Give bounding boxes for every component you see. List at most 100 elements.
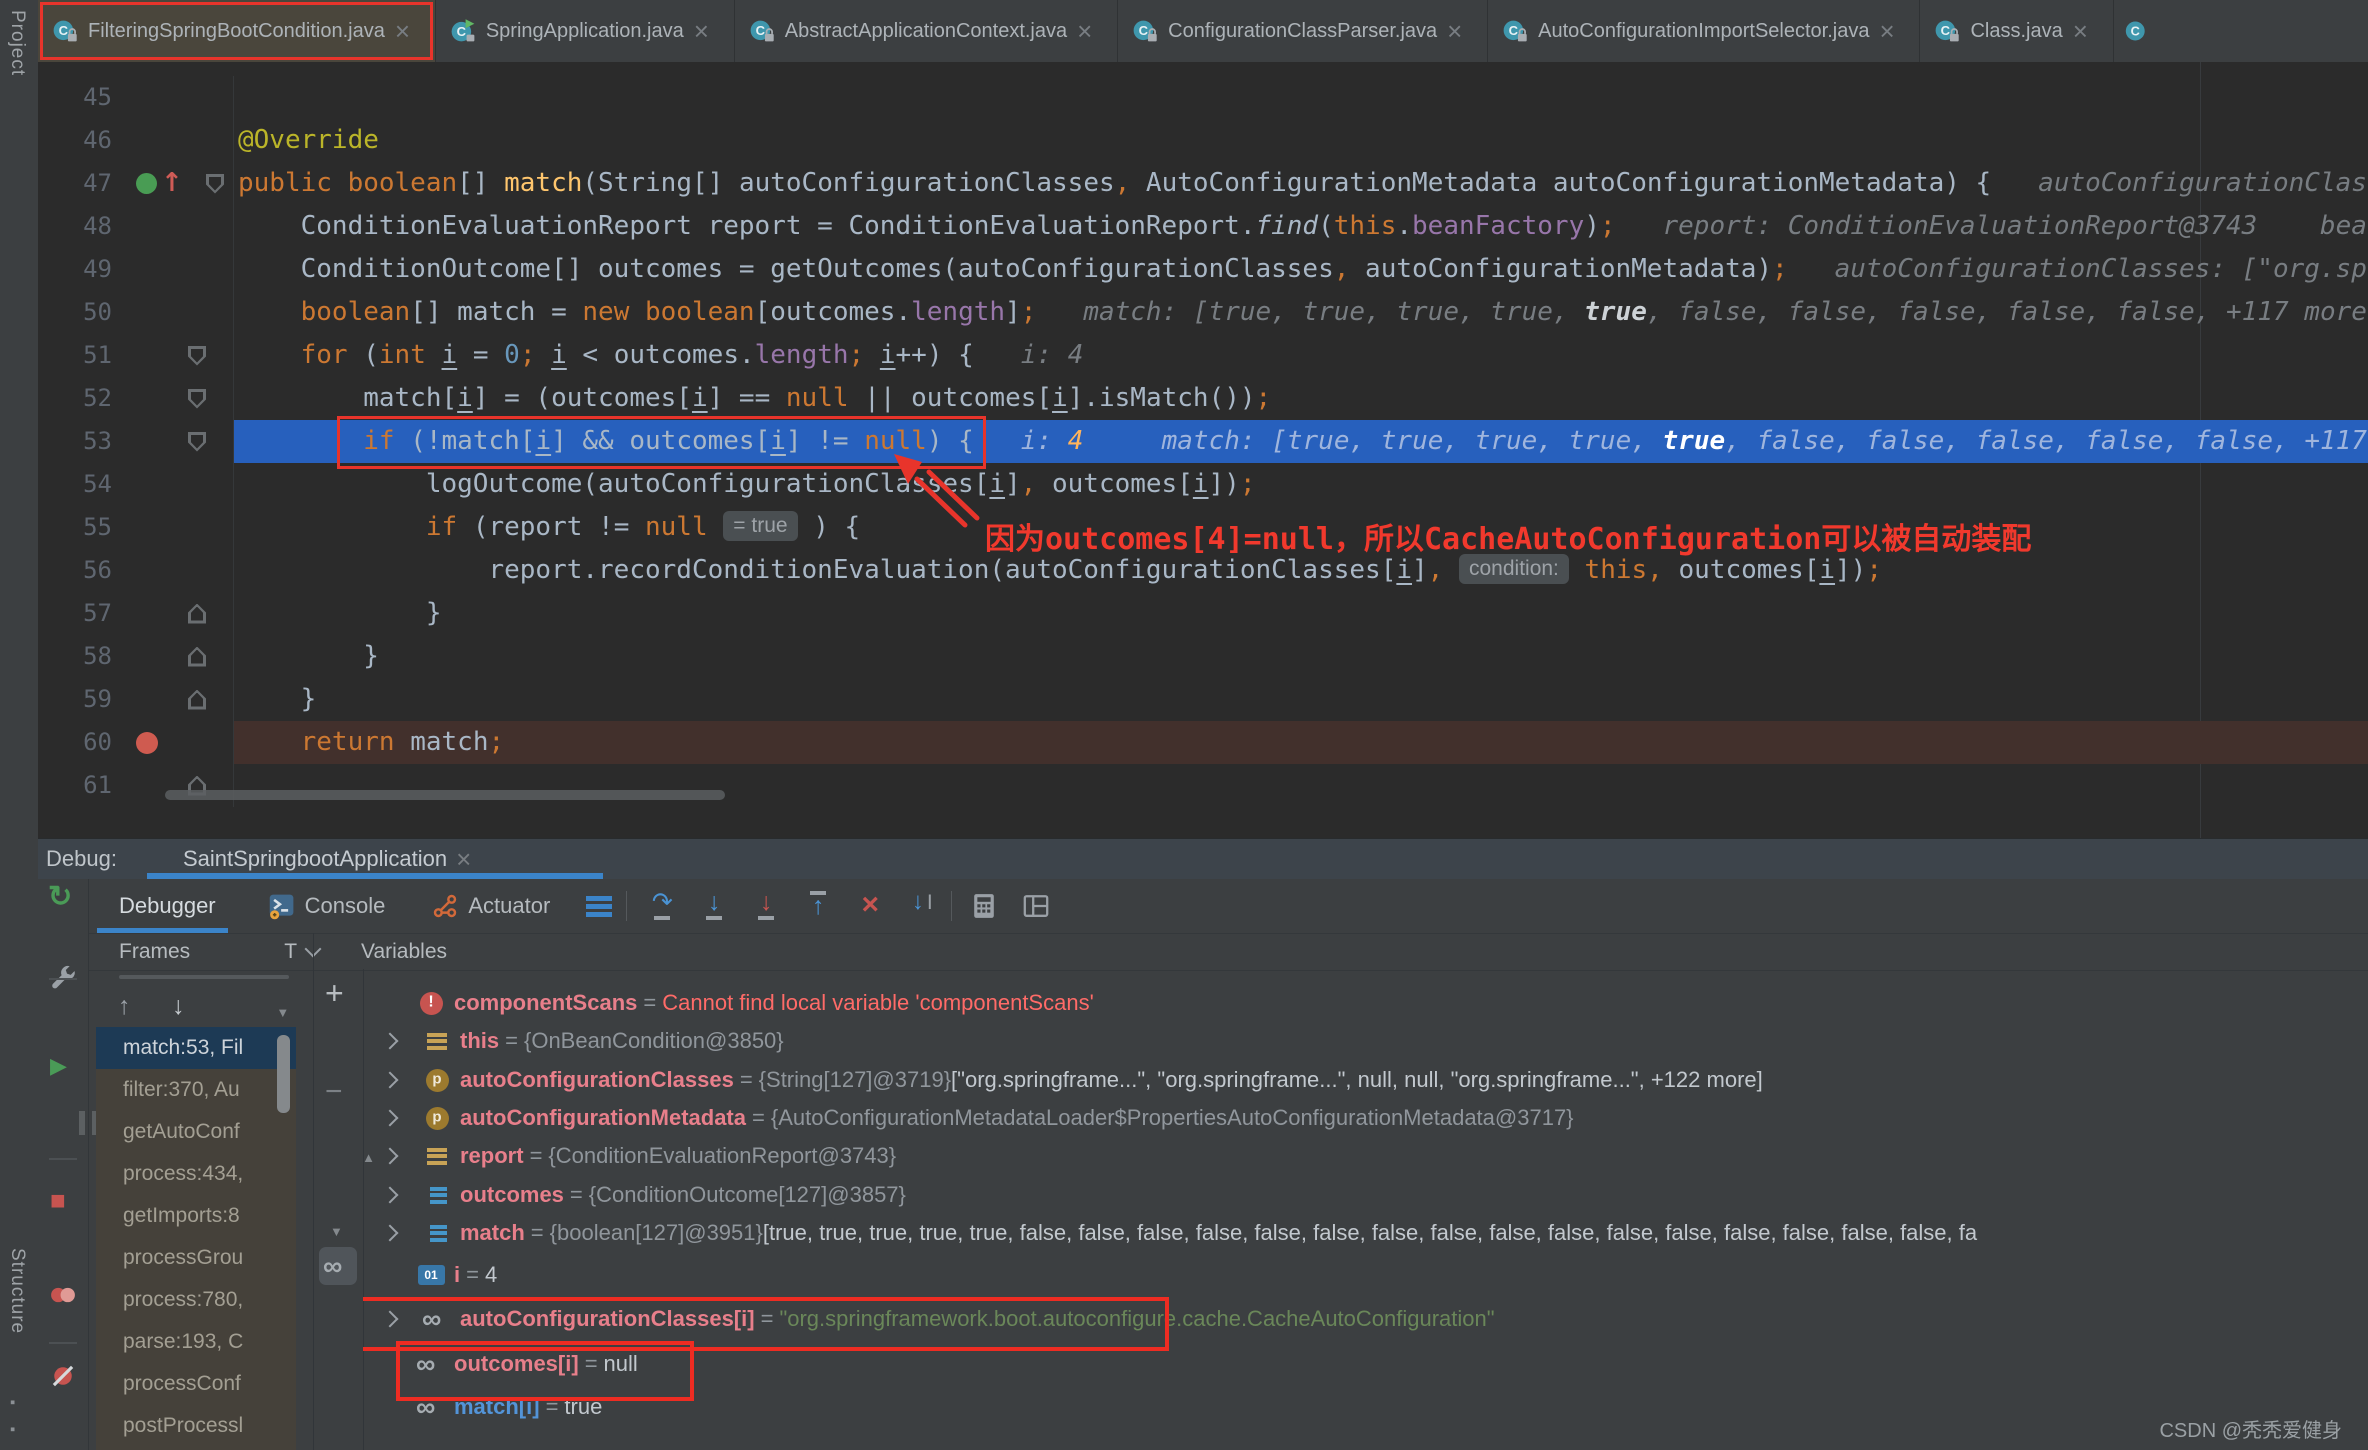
expand-chevron[interactable] bbox=[378, 1071, 422, 1089]
expand-chevron[interactable] bbox=[378, 1032, 422, 1050]
close-icon[interactable] bbox=[1447, 18, 1469, 44]
tab-console[interactable]: Console bbox=[268, 879, 385, 933]
gutter[interactable]: 58 bbox=[38, 635, 234, 678]
structure-stripe-button[interactable]: Structure bbox=[6, 1248, 28, 1334]
expand-chevron[interactable] bbox=[378, 1224, 422, 1242]
expand-chevron[interactable] bbox=[378, 1310, 422, 1328]
close-icon[interactable] bbox=[1077, 18, 1099, 44]
variable-row[interactable]: autoConfigurationMetadata={AutoConfigura… bbox=[363, 1099, 2368, 1137]
variable-row[interactable]: outcomes[i]=null bbox=[363, 1345, 2368, 1383]
close-icon[interactable] bbox=[2073, 18, 2095, 44]
variable-row[interactable]: this = {OnBeanCondition@3850} bbox=[363, 1022, 2368, 1060]
variable-row[interactable]: autoConfigurationClasses[i]="org.springf… bbox=[363, 1300, 2368, 1338]
force-step-into-button[interactable] bbox=[751, 890, 781, 922]
view-options-button[interactable] bbox=[586, 895, 613, 917]
close-icon[interactable] bbox=[456, 846, 478, 872]
mute-breakpoints-button[interactable] bbox=[49, 1362, 77, 1390]
stripe-square-icon[interactable]: ▪ bbox=[10, 1422, 26, 1438]
stripe-square-icon[interactable]: ▪ bbox=[10, 1395, 26, 1411]
variable-row[interactable]: i=4 bbox=[363, 1256, 2368, 1294]
run-to-cursor-button[interactable] bbox=[907, 890, 937, 922]
resume-button[interactable] bbox=[50, 1055, 76, 1081]
editor-tab-partial[interactable]: C bbox=[2114, 0, 2148, 62]
gutter[interactable]: 49 bbox=[38, 248, 234, 291]
chevron-down-icon[interactable] bbox=[276, 999, 292, 1015]
tab-actuator[interactable]: Actuator bbox=[431, 879, 550, 933]
gutter[interactable]: 57 bbox=[38, 592, 234, 635]
view-breakpoints-button[interactable] bbox=[49, 1281, 77, 1309]
gutter[interactable]: 61 bbox=[38, 764, 234, 807]
code-text[interactable]: return match; bbox=[234, 721, 2368, 764]
code-text[interactable]: logOutcome(autoConfigurationClasses[i], … bbox=[234, 463, 2368, 506]
gutter[interactable]: 48 bbox=[38, 205, 234, 248]
close-icon[interactable] bbox=[1879, 18, 1901, 44]
stop-button[interactable] bbox=[50, 1187, 76, 1213]
stack-frame-item[interactable]: process:780, bbox=[96, 1279, 296, 1321]
code-text[interactable]: for (int i = 0; i < outcomes.length; i++… bbox=[234, 334, 2368, 377]
stack-frame-item[interactable]: filter:370, Au bbox=[96, 1069, 296, 1111]
stack-frame-item[interactable]: match:53, Fil bbox=[96, 1027, 296, 1069]
panel-divider[interactable] bbox=[363, 969, 364, 1450]
frames-hscrollbar[interactable] bbox=[119, 975, 289, 979]
stack-frame-item[interactable]: process:434, bbox=[96, 1153, 296, 1195]
stack-frame-item[interactable]: getImports:8 bbox=[96, 1195, 296, 1237]
code-text[interactable]: ConditionEvaluationReport report = Condi… bbox=[234, 205, 2368, 248]
gutter[interactable]: 59 bbox=[38, 678, 234, 721]
step-over-button[interactable] bbox=[647, 890, 677, 922]
variable-row[interactable]: autoConfigurationClasses={String[127]@37… bbox=[363, 1061, 2368, 1099]
editor-horizontal-scrollbar[interactable] bbox=[165, 790, 725, 800]
code-text[interactable] bbox=[234, 76, 2368, 119]
code-editor[interactable]: 45 46 @Override 47 public boolean[] match(St… bbox=[38, 62, 2368, 838]
tab-debugger[interactable]: Debugger bbox=[97, 879, 228, 933]
gutter[interactable]: 47 bbox=[38, 162, 234, 205]
gutter[interactable]: 56 bbox=[38, 549, 234, 592]
code-text[interactable]: } bbox=[234, 635, 2368, 678]
drop-frame-button[interactable] bbox=[855, 890, 885, 922]
stack-frame-item[interactable]: processGrou bbox=[96, 1237, 296, 1279]
code-text[interactable]: } bbox=[234, 592, 2368, 635]
gutter[interactable]: 52 bbox=[38, 377, 234, 420]
stack-frame-item[interactable]: parse:193, C bbox=[96, 1321, 296, 1363]
editor-tab[interactable]: C SpringApplication.java bbox=[436, 0, 735, 62]
code-text[interactable] bbox=[234, 764, 2368, 807]
filter-icon[interactable] bbox=[230, 995, 254, 1019]
editor-tab[interactable]: C Class.java bbox=[1920, 0, 2114, 62]
variable-row[interactable]: match[i]=true bbox=[363, 1388, 2368, 1426]
editor-tab[interactable]: C ConfigurationClassParser.java bbox=[1118, 0, 1489, 62]
stack-frame-item[interactable]: getAutoConf bbox=[96, 1111, 296, 1153]
panel-divider[interactable] bbox=[313, 933, 314, 1450]
gutter[interactable]: 46 bbox=[38, 119, 234, 162]
frame-up-icon[interactable] bbox=[118, 994, 144, 1020]
rerun-button[interactable] bbox=[48, 883, 78, 913]
expand-chevron[interactable] bbox=[378, 1109, 422, 1127]
thread-filter[interactable]: T bbox=[284, 940, 297, 964]
editor-tab[interactable]: C AbstractApplicationContext.java bbox=[735, 0, 1119, 62]
editor-tab[interactable]: C AutoConfigurationImportSelector.java bbox=[1488, 0, 1921, 62]
expand-chevron[interactable] bbox=[378, 1186, 422, 1204]
variable-row[interactable]: componentScans=Cannot find local variabl… bbox=[363, 984, 2368, 1022]
stack-frame-item[interactable]: postProcessl bbox=[96, 1405, 296, 1447]
editor-tab[interactable]: C FilteringSpringBootCondition.java bbox=[38, 0, 436, 62]
project-stripe-button[interactable]: Project bbox=[6, 10, 28, 76]
stack-frame-item[interactable]: processConf bbox=[96, 1363, 296, 1405]
code-text[interactable]: ConditionOutcome[] outcomes = getOutcome… bbox=[234, 248, 2368, 291]
gutter[interactable]: 45 bbox=[38, 76, 234, 119]
close-icon[interactable] bbox=[395, 18, 417, 44]
gutter[interactable]: 60 bbox=[38, 721, 234, 764]
code-text[interactable]: if (!match[i] && outcomes[i] != null) { … bbox=[234, 420, 2368, 463]
step-out-button[interactable] bbox=[803, 890, 833, 922]
gutter[interactable]: 54 bbox=[38, 463, 234, 506]
code-text[interactable]: public boolean[] match(String[] autoConf… bbox=[234, 162, 2368, 205]
code-text[interactable]: } bbox=[234, 678, 2368, 721]
move-down-button[interactable] bbox=[330, 1218, 346, 1234]
breakpoint-icon[interactable] bbox=[136, 731, 158, 754]
frame-down-icon[interactable] bbox=[172, 994, 198, 1020]
variable-row[interactable]: match = {boolean[127]@3951} [true, true, t… bbox=[363, 1214, 2368, 1252]
gutter[interactable]: 51 bbox=[38, 334, 234, 377]
variable-row[interactable]: report = {ConditionEvaluationReport@3743} bbox=[363, 1137, 2368, 1175]
code-text[interactable]: match[i] = (outcomes[i] == null || outco… bbox=[234, 377, 2368, 420]
debug-session-tab[interactable]: SaintSpringbootApplication bbox=[147, 846, 478, 873]
remove-watch-button[interactable] bbox=[325, 1080, 351, 1106]
code-text[interactable]: boolean[] match = new boolean[outcomes.l… bbox=[234, 291, 2368, 334]
add-watch-button[interactable] bbox=[325, 979, 351, 1009]
